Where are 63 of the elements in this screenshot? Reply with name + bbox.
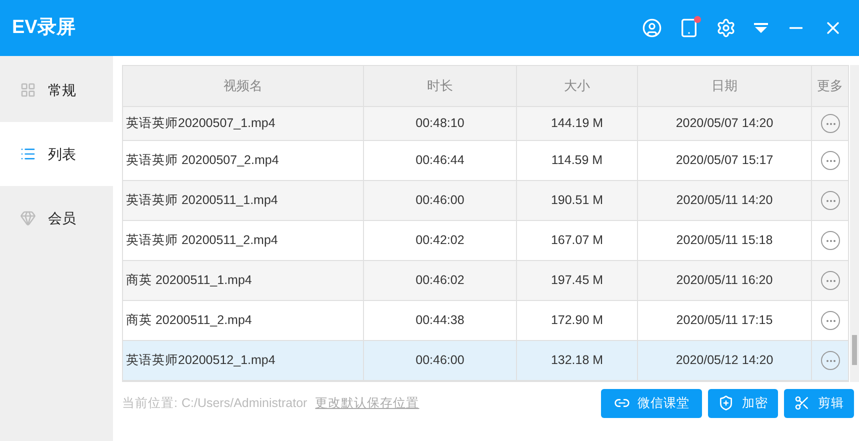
table-cell: 132.18 M	[517, 341, 638, 380]
sidebar-item[interactable]: 常规	[0, 58, 113, 122]
table-cell: 00:46:02	[364, 261, 517, 300]
sidebar-item[interactable]: 会员	[0, 186, 113, 250]
table-cell: 00:46:00	[364, 181, 517, 220]
table-row[interactable]: 英语英师 20200511_1.mp4 00:46:00 190.51 M 2020/05/11 14:20	[123, 181, 848, 221]
dropdown-icon[interactable]	[753, 22, 769, 34]
shield-icon	[718, 395, 734, 411]
column-header: 时长	[364, 66, 517, 106]
table-row[interactable]: 英语英师 20200507_2.mp4 00:46:44 114.59 M 2020/05/07 15:17	[123, 141, 848, 181]
table-cell: 172.90 M	[517, 301, 638, 340]
scissors-icon	[794, 395, 810, 411]
table-cell: 2020/05/11 14:20	[638, 181, 812, 220]
table-cell: 2020/05/11 17:15	[638, 301, 812, 340]
tablet-icon[interactable]	[679, 18, 699, 38]
grid-icon	[20, 82, 36, 98]
column-header: 视频名	[123, 66, 364, 106]
table-cell: 00:42:02	[364, 221, 517, 260]
path-label: 当前位置:	[122, 394, 178, 412]
table-cell: 商英 20200511_1.mp4	[123, 261, 364, 300]
table-cell: 2020/05/11 16:20	[638, 261, 812, 300]
column-header: 更多	[812, 66, 848, 106]
table-cell: 英语英师20200507_1.mp4	[123, 107, 364, 140]
column-header: 大小	[517, 66, 638, 106]
more-icon[interactable]	[821, 191, 840, 210]
table-row[interactable]: 英语英师20200507_1.mp4 00:48:10 144.19 M 2020/05/07 14:20	[123, 107, 848, 141]
table-cell: 00:48:10	[364, 107, 517, 140]
scrollbar[interactable]	[850, 65, 859, 382]
table-cell: 英语英师 20200511_2.mp4	[123, 221, 364, 260]
table-row[interactable]: 商英 20200511_2.mp4 00:44:38 172.90 M 2020/05/11 17:15	[123, 301, 848, 341]
table-cell: 167.07 M	[517, 221, 638, 260]
table-cell: 商英 20200511_2.mp4	[123, 301, 364, 340]
table-cell: 190.51 M	[517, 181, 638, 220]
table-cell: 00:44:38	[364, 301, 517, 340]
table-cell: 英语英师 20200507_2.mp4	[123, 141, 364, 180]
more-icon[interactable]	[821, 351, 840, 370]
table-cell: 2020/05/12 14:20	[638, 341, 812, 380]
window-title: EV录屏	[12, 16, 76, 40]
settings-icon[interactable]	[716, 18, 736, 38]
gem-icon	[20, 210, 36, 226]
more-icon[interactable]	[821, 311, 840, 330]
more-icon[interactable]	[821, 114, 840, 133]
table-cell: 144.19 M	[517, 107, 638, 140]
table-cell: 英语英师 20200511_1.mp4	[123, 181, 364, 220]
save-path: C:/Users/Administrator	[181, 394, 308, 412]
table-cell: 00:46:00	[364, 341, 517, 380]
list-icon	[20, 146, 36, 162]
column-header: 日期	[638, 66, 812, 106]
sidebar-item[interactable]: 列表	[0, 122, 113, 186]
table-cell: 2020/05/07 14:20	[638, 107, 812, 140]
table-row[interactable]: 英语英师 20200511_2.mp4 00:42:02 167.07 M 2020/05/11 15:18	[123, 221, 848, 261]
more-icon[interactable]	[821, 271, 840, 290]
table-cell: 英语英师20200512_1.mp4	[123, 341, 364, 380]
more-icon[interactable]	[821, 151, 840, 170]
table-cell: 2020/05/11 15:18	[638, 221, 812, 260]
table-cell: 2020/05/07 15:17	[638, 141, 812, 180]
table-row[interactable]: 英语英师20200512_1.mp4 00:46:00 132.18 M 2020/05/12 14:20	[123, 341, 848, 381]
account-icon[interactable]	[642, 18, 662, 38]
table-row[interactable]: 商英 20200511_1.mp4 00:46:02 197.45 M 2020/05/11 16:20	[123, 261, 848, 301]
table-cell: 114.59 M	[517, 141, 638, 180]
more-icon[interactable]	[821, 231, 840, 250]
table-cell: 00:46:44	[364, 141, 517, 180]
table-cell: 197.45 M	[517, 261, 638, 300]
